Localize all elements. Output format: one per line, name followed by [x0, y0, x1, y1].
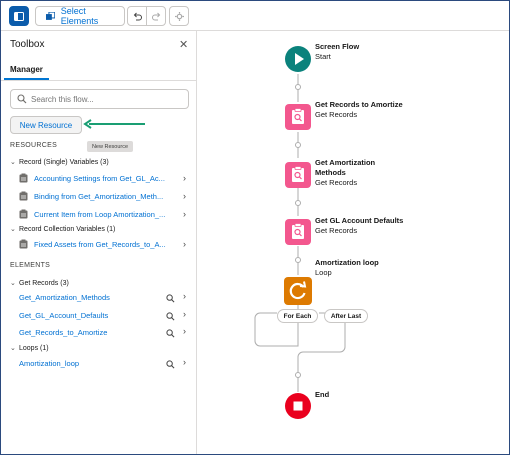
- group-get-records[interactable]: ⌄ Get Records (3): [10, 279, 69, 288]
- get-amortization-methods-subtitle: Get Records: [315, 178, 358, 187]
- select-elements-icon: [46, 11, 55, 20]
- panel-toggle-button[interactable]: [9, 6, 29, 26]
- resource-item[interactable]: Binding from Get_Amortization_Meth...: [19, 191, 163, 201]
- new-resource-button[interactable]: New Resource: [10, 116, 82, 134]
- magnifier-icon[interactable]: [166, 312, 175, 321]
- settings-icon: [174, 11, 184, 21]
- resource-label: Fixed Assets from Get_Records_to_A...: [34, 239, 166, 249]
- get-records-icon[interactable]: [285, 219, 311, 245]
- search-field[interactable]: [10, 89, 189, 109]
- for-each-connector-label[interactable]: For Each: [277, 309, 318, 323]
- undo-icon: [133, 12, 142, 20]
- chevron-right-icon[interactable]: ›: [183, 239, 186, 249]
- chevron-right-icon[interactable]: ›: [183, 191, 186, 201]
- get-records-to-amortize-subtitle: Get Records: [315, 110, 358, 119]
- resource-item[interactable]: Fixed Assets from Get_Records_to_A...: [19, 239, 166, 249]
- record-collection-icon: [19, 239, 28, 249]
- search-input[interactable]: [31, 92, 181, 106]
- app-window: Select Elements Toolbox ✕ Manager Search…: [0, 0, 510, 455]
- group-label: Get Records (3): [19, 279, 69, 287]
- get-records-icon[interactable]: [285, 162, 311, 188]
- resources-heading: RESOURCES: [10, 142, 58, 149]
- record-variable-icon: [19, 191, 28, 201]
- chevron-right-icon[interactable]: ›: [183, 209, 186, 219]
- amortization-loop-title: Amortization loop: [315, 258, 379, 267]
- elements-heading: ELEMENTS: [10, 262, 51, 269]
- record-variable-icon: [19, 173, 28, 183]
- toolbox-panel: Toolbox ✕ Manager New Resource New Resou…: [1, 31, 197, 454]
- resource-item[interactable]: Accounting Settings from Get_GL_Ac...: [19, 173, 165, 183]
- start-node-title: Screen Flow: [315, 42, 360, 51]
- toolbox-title: Toolbox: [10, 39, 45, 50]
- get-amortization-methods-title-2: Methods: [315, 168, 346, 177]
- get-records-icon[interactable]: [285, 104, 311, 130]
- resource-label: Binding from Get_Amortization_Meth...: [34, 191, 164, 201]
- group-label: Loops (1): [19, 344, 49, 352]
- flow-canvas[interactable]: Screen Flow Start Get Records to Amortiz…: [198, 32, 509, 454]
- magnifier-icon[interactable]: [166, 329, 175, 338]
- chevron-right-icon[interactable]: ›: [183, 326, 186, 336]
- select-elements-button[interactable]: Select Elements: [35, 6, 125, 26]
- group-loops[interactable]: ⌄ Loops (1): [10, 344, 49, 353]
- element-item[interactable]: Get_GL_Account_Defaults: [19, 311, 108, 320]
- panel-toggle-icon: [14, 11, 24, 21]
- after-last-connector-label[interactable]: After Last: [324, 309, 368, 323]
- toolbar: Select Elements: [1, 1, 509, 31]
- amortization-loop-subtitle: Loop: [315, 268, 332, 277]
- stop-icon[interactable]: [285, 393, 311, 419]
- play-icon[interactable]: [285, 46, 311, 72]
- get-amortization-methods-title-1: Get Amortization: [315, 158, 376, 167]
- loop-icon[interactable]: [284, 277, 312, 305]
- get-records-to-amortize-title: Get Records to Amortize: [315, 100, 403, 109]
- chevron-down-icon: ⌄: [10, 345, 16, 352]
- start-node-subtitle: Start: [315, 52, 331, 61]
- chevron-down-icon: ⌄: [10, 226, 16, 233]
- chevron-right-icon[interactable]: ›: [183, 357, 186, 367]
- redo-button[interactable]: [146, 6, 166, 26]
- group-label: Record Collection Variables (1): [19, 225, 116, 233]
- end-node-title: End: [315, 390, 330, 399]
- chevron-right-icon[interactable]: ›: [183, 291, 186, 301]
- chevron-right-icon[interactable]: ›: [183, 173, 186, 183]
- resource-label: Current Item from Loop Amortization_...: [34, 209, 166, 219]
- close-icon[interactable]: ✕: [179, 38, 188, 51]
- chevron-down-icon: ⌄: [10, 280, 16, 287]
- element-item[interactable]: Get_Amortization_Methods: [19, 293, 110, 302]
- group-record-collection-variables[interactable]: ⌄ Record Collection Variables (1): [10, 225, 116, 234]
- group-label: Record (Single) Variables (3): [19, 158, 109, 166]
- undo-button[interactable]: [127, 6, 147, 26]
- annotation-arrow-icon: [83, 119, 145, 129]
- settings-button[interactable]: [169, 6, 189, 26]
- redo-icon: [151, 12, 160, 20]
- get-gl-account-defaults-title: Get GL Account Defaults: [315, 216, 404, 225]
- chevron-down-icon: ⌄: [10, 159, 16, 166]
- tab-manager[interactable]: Manager: [10, 65, 43, 74]
- tab-divider: [1, 80, 196, 81]
- magnifier-icon[interactable]: [166, 294, 175, 303]
- resource-label: Accounting Settings from Get_GL_Ac...: [34, 173, 165, 183]
- record-variable-icon: [19, 209, 28, 219]
- resource-item[interactable]: Current Item from Loop Amortization_...: [19, 209, 165, 219]
- chevron-right-icon[interactable]: ›: [183, 309, 186, 319]
- element-item[interactable]: Amortization_loop: [19, 359, 79, 368]
- new-resource-tooltip: New Resource: [87, 141, 133, 152]
- magnifier-icon[interactable]: [166, 360, 175, 369]
- element-item[interactable]: Get_Records_to_Amortize: [19, 328, 107, 337]
- get-gl-account-defaults-subtitle: Get Records: [315, 226, 358, 235]
- flow-connectors: [254, 74, 346, 392]
- group-record-single-variables[interactable]: ⌄ Record (Single) Variables (3): [10, 158, 109, 167]
- select-elements-label: Select Elements: [60, 6, 99, 26]
- search-icon: [17, 94, 27, 104]
